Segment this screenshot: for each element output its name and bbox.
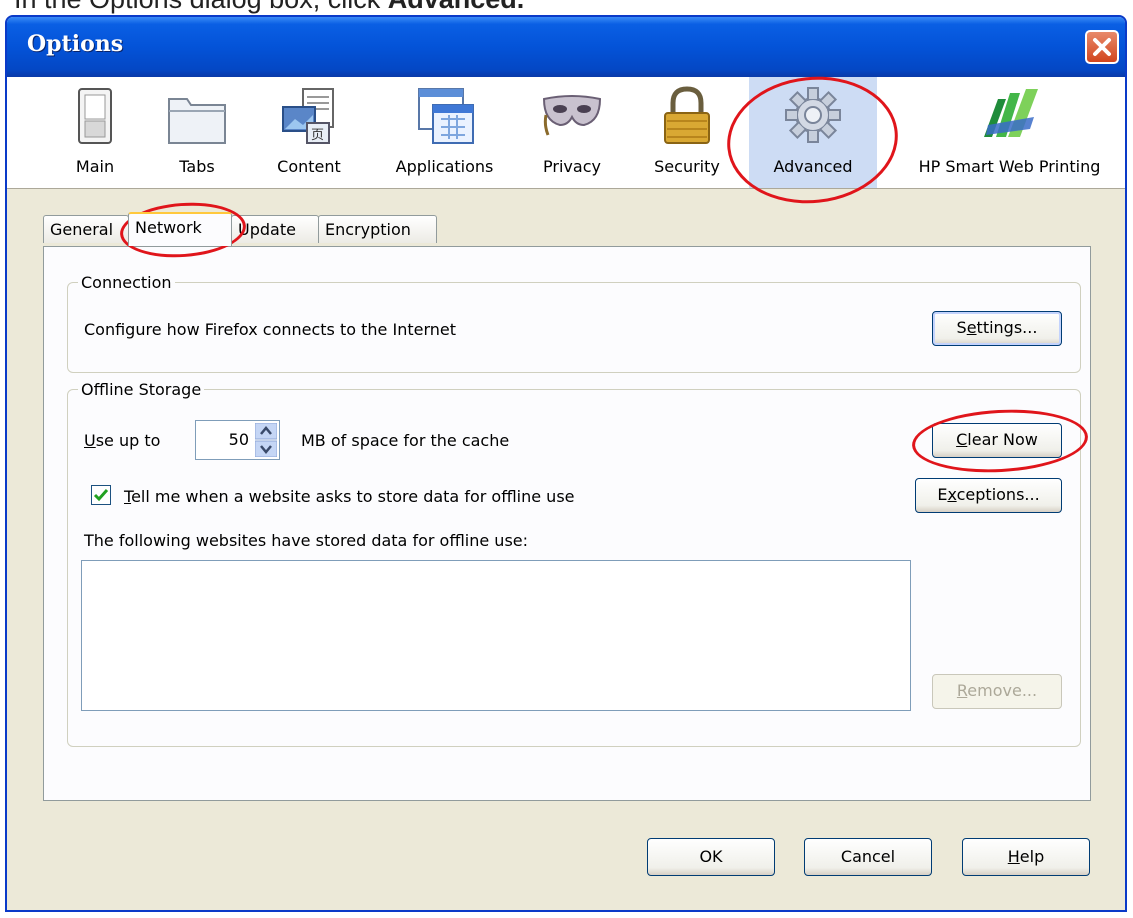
content-icon: 页	[282, 88, 334, 144]
svg-text:页: 页	[311, 128, 324, 143]
connection-legend: Connection	[81, 273, 172, 292]
cancel-button[interactable]: Cancel	[804, 838, 932, 876]
toolbar-item-applications[interactable]: Applications	[382, 77, 507, 188]
help-button[interactable]: Help	[962, 838, 1090, 876]
toolbar-item-content[interactable]: 页 Content	[264, 77, 354, 188]
cache-size-value: 50	[228, 430, 249, 449]
toolbar-item-main[interactable]: Main	[60, 77, 130, 188]
ok-button[interactable]: OK	[647, 838, 775, 876]
toolbar-item-hp-smart-web-printing[interactable]: HP Smart Web Printing	[897, 77, 1122, 188]
main-switch-icon	[78, 88, 112, 144]
toolbar-item-privacy[interactable]: Privacy	[532, 77, 612, 188]
dialog-title: Options	[27, 31, 124, 57]
options-toolbar: Main Tabs 页 Content Applications Privacy…	[7, 77, 1125, 189]
security-lock-icon	[664, 86, 710, 144]
toolbar-item-advanced[interactable]: Advanced	[749, 77, 877, 188]
cache-suffix-label: MB of space for the cache	[301, 431, 510, 450]
spinner-arrows-icon	[255, 423, 277, 457]
connection-description: Configure how Firefox connects to the In…	[84, 320, 456, 339]
tab-encryption[interactable]: Encryption	[318, 215, 437, 243]
settings-button[interactable]: Settings...	[932, 311, 1062, 346]
tab-label: General	[50, 220, 114, 239]
exceptions-button[interactable]: Exceptions...	[915, 478, 1062, 513]
privacy-mask-icon	[542, 95, 602, 136]
tell-me-checkbox[interactable]	[91, 485, 111, 505]
toolbar-label: Advanced	[773, 157, 853, 176]
toolbar-label: Applications	[395, 157, 494, 176]
toolbar-label: Content	[277, 157, 341, 176]
offline-websites-list[interactable]	[81, 560, 911, 711]
tabs-folder-icon	[168, 98, 226, 144]
title-bar[interactable]: Options	[7, 17, 1125, 77]
remove-button: Remove...	[932, 674, 1062, 709]
instruction-caption: In the Options dialog box, click Advance…	[14, 0, 524, 15]
clear-now-button[interactable]: Clear Now	[932, 423, 1062, 458]
hp-smart-web-printing-icon	[983, 89, 1038, 137]
options-dialog: Options Main Tabs 页 Content Applications…	[5, 15, 1127, 912]
tab-network[interactable]: Network	[128, 212, 232, 246]
tab-label: Network	[135, 218, 202, 237]
advanced-gear-icon	[785, 87, 841, 143]
applications-icon	[417, 88, 474, 144]
offline-list-label: The following websites have stored data …	[84, 531, 529, 550]
close-icon	[1093, 38, 1111, 56]
toolbar-label: Main	[75, 157, 115, 176]
toolbar-label: Tabs	[179, 157, 215, 176]
cache-size-spinner[interactable]: 50	[195, 420, 280, 460]
offline-storage-legend: Offline Storage	[81, 380, 202, 399]
use-up-to-label: Use up to	[84, 431, 161, 450]
toolbar-label: Privacy	[543, 157, 601, 176]
tab-label: Update	[238, 220, 296, 239]
toolbar-label: Security	[654, 157, 720, 176]
tab-general[interactable]: General	[43, 215, 129, 243]
tell-me-label[interactable]: Tell me when a website asks to store dat…	[124, 487, 575, 506]
checkmark-icon	[93, 489, 109, 502]
tab-label: Encryption	[325, 220, 411, 239]
toolbar-item-tabs[interactable]: Tabs	[157, 77, 237, 188]
tab-update[interactable]: Update	[231, 215, 319, 243]
toolbar-label: HP Smart Web Printing	[918, 157, 1101, 176]
toolbar-item-security[interactable]: Security	[642, 77, 732, 188]
close-button[interactable]	[1085, 30, 1119, 64]
